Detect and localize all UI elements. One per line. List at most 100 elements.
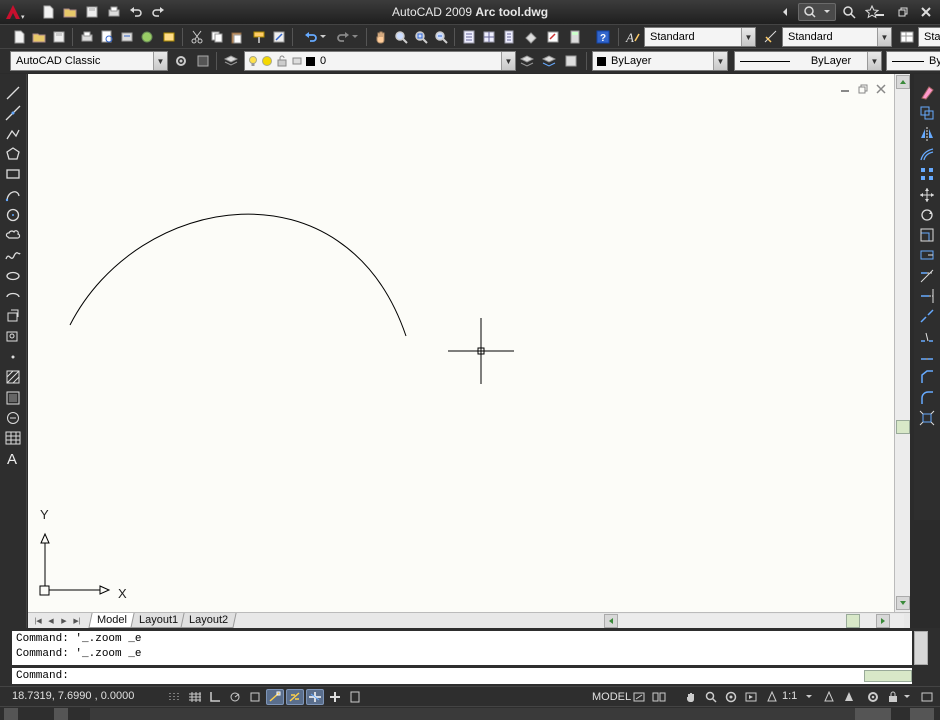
multiline-text-button[interactable]: A xyxy=(3,449,23,467)
dynamic-ucs-toggle[interactable] xyxy=(286,689,304,705)
zoom-realtime-button[interactable] xyxy=(392,28,410,46)
publish-to-web-button[interactable] xyxy=(160,28,178,46)
lineweight-toggle[interactable] xyxy=(326,689,344,705)
vertical-scrollbar[interactable] xyxy=(894,74,910,612)
model-space-canvas[interactable] xyxy=(28,74,894,612)
qnew-button[interactable] xyxy=(38,3,58,21)
new-button[interactable] xyxy=(10,28,28,46)
horizontal-scrollbar[interactable] xyxy=(604,614,904,628)
publish-button[interactable] xyxy=(118,28,136,46)
layer-properties-button[interactable] xyxy=(222,52,240,70)
redo-button[interactable] xyxy=(148,3,168,21)
cursor-coordinates[interactable]: 18.7319, 7.6990 , 0.0000 xyxy=(12,690,134,702)
ortho-mode-toggle[interactable] xyxy=(206,689,224,705)
last-tab-button[interactable]: ▶| xyxy=(71,615,83,627)
gradient-button[interactable] xyxy=(3,389,23,407)
spline-button[interactable] xyxy=(3,246,23,264)
grid-display-toggle[interactable] xyxy=(186,689,204,705)
table-button[interactable] xyxy=(3,429,23,447)
join-button[interactable] xyxy=(917,348,937,366)
chamfer-button[interactable] xyxy=(917,368,937,386)
dynamic-input-toggle[interactable] xyxy=(306,689,324,705)
rectangle-button[interactable] xyxy=(3,165,23,183)
pan-realtime-button[interactable] xyxy=(372,28,390,46)
drawing-close-button[interactable] xyxy=(874,82,888,96)
undo-dropdown[interactable] xyxy=(318,28,328,46)
annotation-visibility-toggle[interactable] xyxy=(820,689,838,705)
insert-block-button[interactable] xyxy=(3,307,23,325)
workspace-settings-button[interactable] xyxy=(172,52,190,70)
bottom-bar-end-buttons[interactable] xyxy=(855,708,891,720)
infocenter-search-button[interactable] xyxy=(798,3,836,21)
open-file-button[interactable] xyxy=(30,28,48,46)
hatch-button[interactable] xyxy=(3,368,23,386)
tool-palettes-button[interactable] xyxy=(500,28,518,46)
annotation-scale-icon-button[interactable] xyxy=(766,689,778,705)
dimension-style-button[interactable] xyxy=(762,28,780,46)
command-line-scroll-thumb[interactable] xyxy=(864,670,912,682)
layer-states-button[interactable] xyxy=(562,52,580,70)
help-button[interactable]: ? xyxy=(594,28,612,46)
linetype-control-select[interactable]: ByLayer ▼ xyxy=(734,51,882,71)
point-button[interactable] xyxy=(3,348,23,366)
previous-tab-button[interactable]: ◀ xyxy=(45,615,57,627)
tab-layout2[interactable]: Layout2 xyxy=(180,613,237,628)
line-button[interactable] xyxy=(3,84,23,102)
quick-properties-toggle[interactable] xyxy=(346,689,364,705)
arc-button[interactable] xyxy=(3,186,23,204)
close-button[interactable] xyxy=(916,3,936,21)
auto-scale-toggle[interactable] xyxy=(840,689,858,705)
restore-button[interactable] xyxy=(893,3,913,21)
drawing-restore-button[interactable] xyxy=(856,82,870,96)
match-properties-button[interactable] xyxy=(250,28,268,46)
plot-button[interactable] xyxy=(104,3,124,21)
dimension-style-select[interactable]: Standard ▼ xyxy=(782,27,892,47)
scroll-down-button[interactable] xyxy=(896,596,910,610)
bottom-bar-start-button[interactable] xyxy=(4,708,18,720)
scroll-up-button[interactable] xyxy=(896,75,910,89)
revision-cloud-button[interactable] xyxy=(3,226,23,244)
rotate-button[interactable] xyxy=(917,206,937,224)
arc-entity[interactable] xyxy=(69,213,407,337)
fillet-button[interactable] xyxy=(917,389,937,407)
plot-preview-button[interactable] xyxy=(98,28,116,46)
snap-mode-toggle[interactable] xyxy=(166,689,184,705)
paste-button[interactable] xyxy=(228,28,246,46)
scale-button[interactable] xyxy=(917,226,937,244)
steering-wheel-button[interactable] xyxy=(722,689,740,705)
model-space-toggle[interactable]: MODEL xyxy=(590,689,633,705)
vertical-scroll-thumb[interactable] xyxy=(896,420,910,434)
scroll-right-button[interactable] xyxy=(876,614,890,628)
move-button[interactable] xyxy=(917,186,937,204)
text-style-select[interactable]: Standard ▼ xyxy=(644,27,756,47)
ellipse-button[interactable] xyxy=(3,267,23,285)
scroll-left-button[interactable] xyxy=(604,614,618,628)
plot-file-button[interactable] xyxy=(78,28,96,46)
construction-line-button[interactable] xyxy=(3,104,23,122)
workspace-switching-button[interactable] xyxy=(864,689,882,705)
zoom-button[interactable] xyxy=(702,689,720,705)
3d-dwf-button[interactable] xyxy=(138,28,156,46)
drawing-minimize-button[interactable] xyxy=(838,82,852,96)
my-workspace-button[interactable] xyxy=(194,52,212,70)
offset-button[interactable] xyxy=(917,145,937,163)
infocenter-expand-button[interactable] xyxy=(775,3,795,21)
save-file-button[interactable] xyxy=(50,28,68,46)
sheet-set-manager-button[interactable] xyxy=(522,28,540,46)
redo-dropdown[interactable] xyxy=(350,28,360,46)
mirror-button[interactable] xyxy=(917,125,937,143)
quickcalc-button[interactable] xyxy=(566,28,584,46)
application-menu-button[interactable]: ▾ xyxy=(4,3,26,21)
ellipse-arc-button[interactable] xyxy=(3,287,23,305)
erase-button[interactable] xyxy=(917,84,937,102)
tab-model[interactable]: Model xyxy=(88,613,136,628)
workspace-select[interactable]: AutoCAD Classic ▼ xyxy=(10,51,168,71)
stretch-button[interactable] xyxy=(917,246,937,264)
table-style-button[interactable] xyxy=(898,28,916,46)
array-button[interactable] xyxy=(917,165,937,183)
command-history-scrollbar[interactable] xyxy=(914,631,928,665)
region-button[interactable] xyxy=(3,409,23,427)
cut-button[interactable] xyxy=(188,28,206,46)
copy-button[interactable] xyxy=(208,28,226,46)
bottom-bar-pause-button[interactable] xyxy=(54,708,68,720)
